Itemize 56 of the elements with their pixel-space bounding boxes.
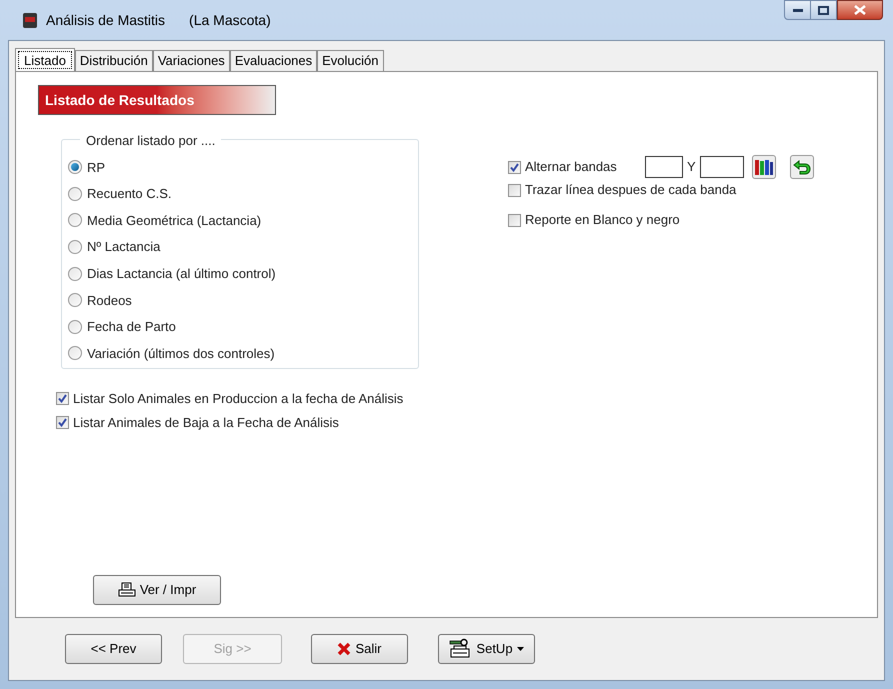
input-field[interactable] [700,156,744,178]
tab[interactable]: Evolución [317,50,384,71]
radio-button[interactable] [68,213,82,228]
radio-button[interactable] [68,293,82,308]
checkbox-label: Reporte en Blanco y negro [525,211,680,230]
checkbox-label: Trazar línea despues de cada banda [525,181,736,200]
printer-wrench-icon [448,638,472,660]
radio-button[interactable] [68,346,82,360]
reset-button[interactable] [790,155,814,179]
color-bars-button[interactable] [752,155,776,179]
tab[interactable]: Distribución [74,50,153,71]
tab[interactable]: Evaluaciones [230,50,318,71]
setup-menu-button[interactable]: SetUp [438,634,535,664]
radio-label: Fecha de Parto [87,318,176,336]
checkbox-label: Listar Solo Animales en Produccion a la fecha de Análisis [73,390,404,408]
radio-label: Dias Lactancia (al último control) [87,264,276,283]
nav-button[interactable]: << Prev [65,634,162,664]
close-icon [337,642,352,656]
radio-label: Nº Lactancia [87,238,160,256]
bars-icon [754,158,774,176]
input-field[interactable] [645,156,683,178]
checkbox-label: Listar Animales de Baja a la Fecha de Análisis [73,414,339,432]
radio-label: Media Geométrica (Lactancia) [87,212,262,230]
checkbox[interactable] [56,392,69,406]
checkbox[interactable] [508,214,521,226]
maximize-button[interactable] [811,0,837,20]
radio-label: Rodeos [87,292,132,310]
radio-button[interactable] [68,160,82,174]
dropdown-caret-icon [516,647,525,651]
radio-label: RP [87,158,106,177]
radio-button[interactable] [68,186,82,201]
tab[interactable]: Listado [15,48,75,72]
section-header: Listado de Resultados [38,85,276,115]
radio-label: Recuento C.S. [87,185,172,204]
exit-button[interactable]: Salir [311,634,408,664]
radio-label: Variación (últimos dos controles) [87,344,275,363]
return-arrow-icon [792,158,811,176]
radio-button[interactable] [68,266,82,281]
minimize-icon [792,8,802,12]
tab[interactable]: Variaciones [152,50,230,71]
view-print-button[interactable]: Ver / Impr [93,575,221,605]
close-icon [854,5,866,15]
checkbox[interactable] [508,160,521,174]
checkbox[interactable] [508,184,521,196]
radio-button[interactable] [68,320,82,334]
printer-icon [118,582,136,598]
window-title: Análisis de Mastitis [46,10,166,30]
app-icon [22,11,38,29]
window-subtitle: (La Mascota) [189,10,271,30]
close-button[interactable] [837,0,883,20]
maximize-icon [818,6,829,14]
separator-label: Y [687,158,696,176]
checkbox-label: Alternar bandas [525,158,618,176]
minimize-button[interactable] [784,0,811,20]
radio-button[interactable] [68,240,82,254]
checkbox[interactable] [56,416,69,429]
